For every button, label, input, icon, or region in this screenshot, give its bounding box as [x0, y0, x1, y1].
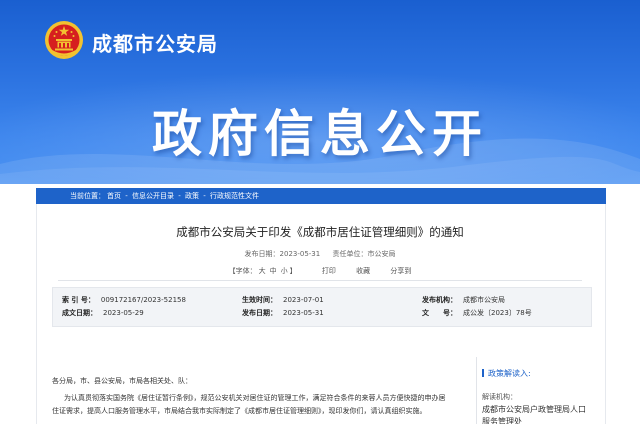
favorite-button[interactable]: 收藏	[356, 267, 370, 275]
document-meta: 发布日期：2023-05-31 责任单位：市公安局	[0, 249, 640, 259]
font-large-button[interactable]: 大	[259, 267, 266, 275]
index-number: 索 引 号： 009172167/2023-52158	[62, 295, 186, 305]
document-info-table	[52, 287, 592, 327]
font-size-label: 【字体：	[228, 267, 257, 275]
header-banner: 成都市公安局 政府信息公开	[0, 0, 640, 184]
index-number-value: 009172167/2023-52158	[100, 296, 186, 304]
publish-date-value: 2023-05-31	[279, 250, 321, 258]
heading-accent-bar	[482, 369, 484, 377]
body-paragraph-line-1: 为认真贯彻落实国务院《居住证暂行条例》，规范公安机关对居住证的管理工作，满足符合…	[64, 394, 446, 402]
release-date-label: 发布日期：	[242, 309, 277, 317]
index-number-label: 索 引 号：	[62, 296, 95, 304]
publish-date-label: 发布日期：	[244, 250, 280, 258]
written-date-value: 2023-05-29	[103, 309, 144, 317]
effective-date-value: 2023-07-01	[283, 296, 324, 304]
issuing-agency-value: 成都市公安局	[463, 296, 505, 304]
breadcrumb: 当前位置： 首页 - 信息公开目录 - 政策 - 行政规范性文件	[36, 188, 606, 204]
body-greeting: 各分局，市、县公安局，市局各相关处、队：	[52, 377, 192, 385]
breadcrumb-separator: -	[123, 192, 130, 200]
breadcrumb-item-policy[interactable]: 政策	[185, 192, 199, 200]
document-number-label: 文 号：	[422, 309, 457, 317]
breadcrumb-item-home[interactable]: 首页	[107, 192, 121, 200]
release-date-value: 2023-05-31	[283, 309, 324, 317]
font-small-button[interactable]: 小	[281, 267, 288, 275]
breadcrumb-item-normative-docs[interactable]: 行政规范性文件	[210, 192, 259, 200]
publish-date: 发布日期：2023-05-31	[245, 250, 321, 258]
issuing-agency: 发布机构： 成都市公安局	[422, 295, 505, 305]
document-toolbar: 【字体：大中小】 打印 收藏 分享到	[0, 266, 640, 276]
release-date: 发布日期： 2023-05-31	[242, 308, 324, 318]
banner-title: 政府信息公开	[152, 105, 488, 163]
share-button[interactable]: 分享到	[390, 267, 411, 275]
font-size-end: 】	[289, 267, 297, 275]
effective-date-label: 生效时间：	[242, 296, 277, 304]
policy-interpretation-heading: 政策解读入:	[482, 368, 531, 379]
breadcrumb-separator: -	[200, 192, 208, 200]
body-paragraph-line-2: 住证需求，提高人口服务管理水平，市局结合我市实际制定了《成都市居住证管理细则》，…	[52, 407, 427, 415]
title-divider	[58, 280, 582, 281]
interpretation-org-link[interactable]: 成都市公安局户政管理局人口服务管理处	[482, 404, 588, 424]
document-title: 成都市公安局关于印发《成都市居住证管理细则》的通知	[176, 225, 464, 239]
responsible-unit-label: 责任单位：	[332, 250, 368, 258]
policy-interpretation-heading-text: 政策解读入:	[488, 369, 531, 378]
national-emblem-icon[interactable]	[44, 20, 84, 60]
written-date-label: 成文日期：	[62, 309, 97, 317]
print-button[interactable]: 打印	[322, 267, 336, 275]
effective-date: 生效时间： 2023-07-01	[242, 295, 324, 305]
breadcrumb-separator: -	[175, 192, 183, 200]
site-name[interactable]: 成都市公安局	[92, 28, 218, 57]
font-medium-button[interactable]: 中	[270, 267, 277, 275]
responsible-unit-value: 市公安局	[367, 250, 396, 258]
document-number-value: 成公发〔2023〕78号	[463, 309, 532, 317]
issuing-agency-label: 发布机构：	[422, 296, 457, 304]
written-date: 成文日期： 2023-05-29	[62, 308, 144, 318]
responsible-unit: 责任单位：市公安局	[332, 250, 395, 258]
breadcrumb-prefix: 当前位置：	[70, 192, 105, 200]
interpretation-org-label: 解读机构：	[482, 393, 517, 401]
breadcrumb-item-catalog[interactable]: 信息公开目录	[132, 192, 174, 200]
font-size-control: 【字体：大中小】	[229, 267, 297, 275]
document-number: 文 号： 成公发〔2023〕78号	[422, 308, 532, 318]
